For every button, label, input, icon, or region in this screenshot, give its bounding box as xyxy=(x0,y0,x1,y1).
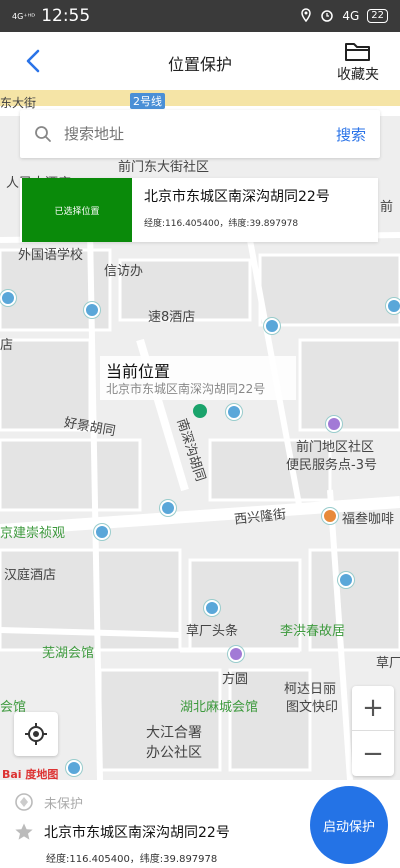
map-label: 办公社区 xyxy=(146,745,202,761)
status-bar: 4G⁺ᴴᴰ 12:55 4G 22 xyxy=(0,0,400,32)
status-time: 12:55 xyxy=(41,6,91,26)
community-icon xyxy=(228,646,244,662)
signal-indicator: 4G⁺ᴴᴰ xyxy=(12,11,36,21)
map-label: 汉庭酒店 xyxy=(4,568,57,583)
toilet-icon xyxy=(386,298,400,314)
map-label: 信访办 xyxy=(104,264,144,279)
status-icons: 4G 22 xyxy=(300,7,388,25)
zoom-control: + − xyxy=(352,686,394,776)
map-view[interactable]: 东大街 2号线 前门东大街社区 人民大酒店 外国语学校 信访办 速8酒店 好景胡… xyxy=(0,90,400,780)
protection-status: 未保护 xyxy=(44,796,84,812)
map-label: 速8酒店 xyxy=(148,310,196,325)
map-label: 草厂 xyxy=(376,656,400,671)
bottom-coords: 经度:116.405400，纬度:39.897978 xyxy=(46,854,218,865)
toilet-icon xyxy=(0,290,16,306)
map-label: 方圆 xyxy=(222,672,249,687)
map-label: 店 xyxy=(0,338,14,353)
toilet-icon xyxy=(338,572,354,588)
toilet-icon xyxy=(226,404,242,420)
zoom-in-button[interactable]: + xyxy=(352,686,394,731)
parking-icon xyxy=(94,524,110,540)
search-bar: 搜索 xyxy=(20,110,380,158)
favorites-label: 收藏夹 xyxy=(337,67,379,83)
bottom-address: 北京市东城区南深沟胡同22号 xyxy=(44,825,230,841)
current-location-address: 北京市东城区南深沟胡同22号 xyxy=(106,382,266,396)
selected-badge: 已选择位置 xyxy=(22,178,132,242)
map-label: 李洪春故居 xyxy=(280,624,346,639)
map-label: 前 xyxy=(380,200,394,215)
favorites-button[interactable]: 收藏夹 xyxy=(328,40,388,86)
toilet-icon xyxy=(66,760,82,776)
community-icon xyxy=(326,416,342,432)
map-label: 芜湖会馆 xyxy=(42,646,95,661)
toilet-icon xyxy=(84,302,100,318)
selected-coords: 经度:116.405400，纬度:39.897978 xyxy=(144,219,299,229)
map-label: 京建崇祯观 xyxy=(0,526,66,541)
protection-status-row: 未保护 xyxy=(14,792,83,812)
locate-button[interactable] xyxy=(14,712,58,756)
start-protection-button[interactable]: 启动保护 xyxy=(310,786,388,864)
map-label: 2号线 xyxy=(130,93,165,109)
bottom-panel: 未保护 北京市东城区南深沟胡同22号 经度:116.405400，纬度:39.8… xyxy=(0,780,400,868)
toilet-icon xyxy=(264,318,280,334)
favorite-address-row[interactable]: 北京市东城区南深沟胡同22号 xyxy=(14,822,230,842)
search-button[interactable]: 搜索 xyxy=(336,124,366,145)
selected-address: 北京市东城区南深沟胡同22号 xyxy=(144,189,330,205)
network-indicator: 4G xyxy=(342,9,360,23)
toilet-icon xyxy=(160,500,176,516)
search-icon xyxy=(35,126,51,142)
map-label: 前门东大街社区 xyxy=(118,160,210,175)
zoom-out-button[interactable]: − xyxy=(352,731,394,776)
map-label: 前门地区社区 xyxy=(296,440,375,455)
map-label: 草厂头条 xyxy=(186,624,239,639)
selected-location-card[interactable]: 已选择位置 北京市东城区南深沟胡同22号 经度:116.405400，纬度:39… xyxy=(20,178,378,242)
battery-indicator: 22 xyxy=(367,9,388,23)
map-label: 便民服务点-3号 xyxy=(286,458,377,473)
map-label: 柯达日丽 xyxy=(284,682,337,697)
location-status-icon xyxy=(300,7,312,25)
folder-icon xyxy=(345,43,370,61)
shield-icon xyxy=(15,793,33,811)
map-label: 东大街 xyxy=(0,96,37,110)
map-provider-logo: Bai 度地图 xyxy=(2,768,59,780)
target-icon xyxy=(25,723,47,745)
current-location-callout: 当前位置 北京市东城区南深沟胡同22号 xyxy=(100,356,296,400)
map-label: 外国语学校 xyxy=(18,248,84,263)
map-label: 湖北麻城会馆 xyxy=(180,700,259,715)
search-input[interactable] xyxy=(64,125,336,143)
bank-icon xyxy=(204,600,220,616)
current-location-marker xyxy=(193,404,207,418)
map-label: 图文快印 xyxy=(286,700,339,715)
map-label: 福叁咖啡 xyxy=(342,512,395,527)
app-header: 位置保护 收藏夹 xyxy=(0,32,400,90)
cafe-icon xyxy=(322,508,338,524)
alarm-icon xyxy=(320,8,334,25)
map-label: 大江合署 xyxy=(146,725,202,741)
star-icon[interactable] xyxy=(14,822,34,842)
current-location-title: 当前位置 xyxy=(106,362,171,381)
